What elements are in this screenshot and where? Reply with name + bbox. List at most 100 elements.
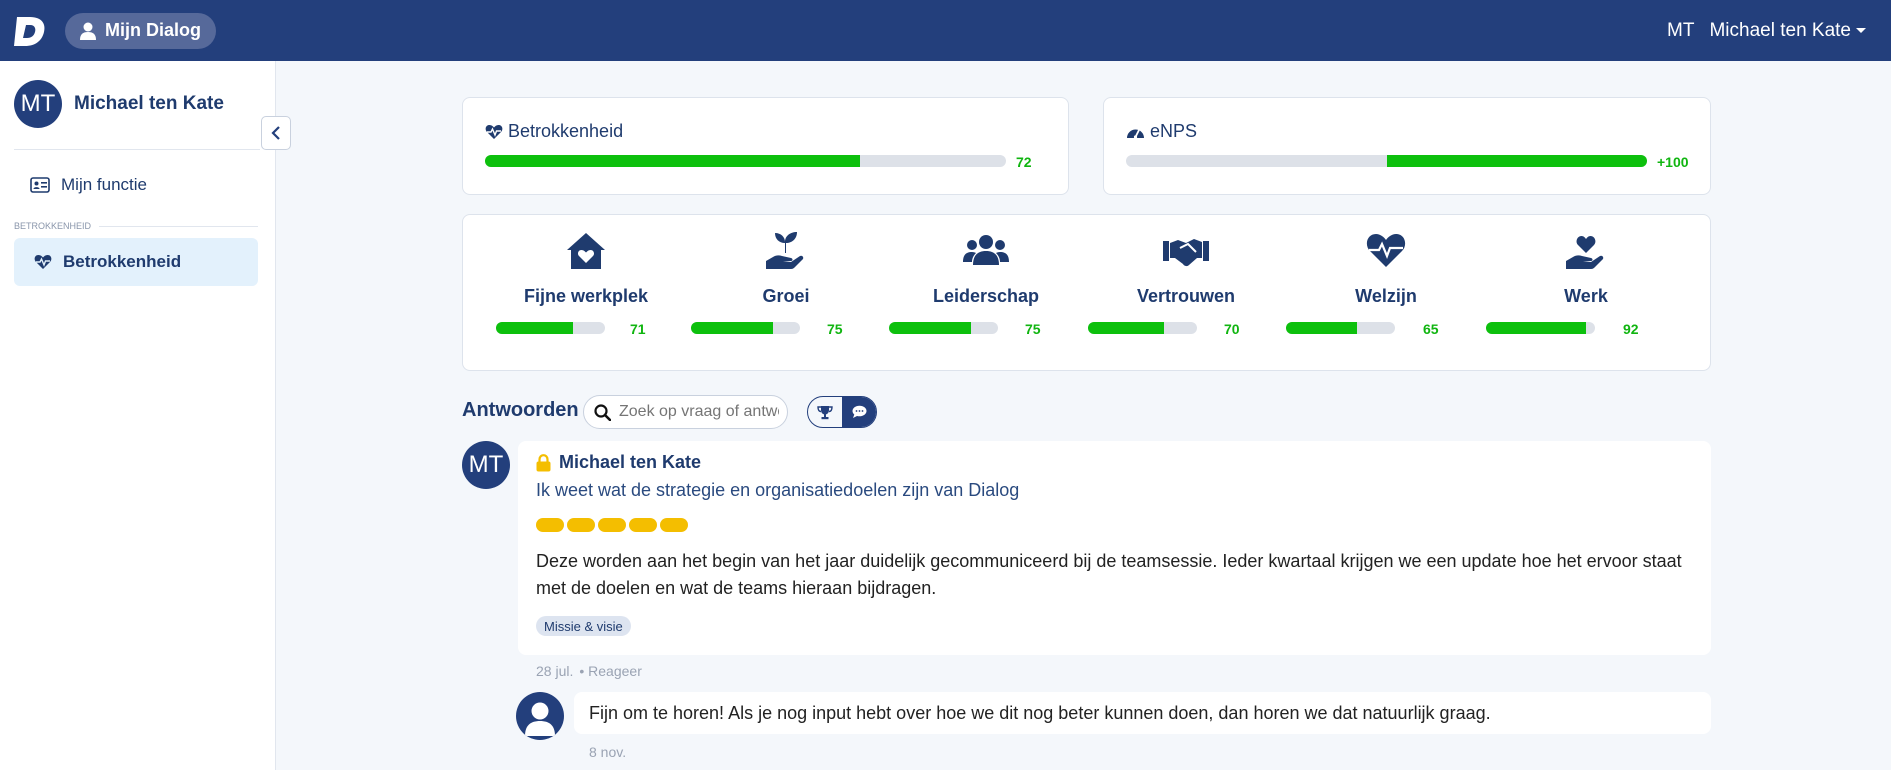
sidebar-item-label: Betrokkenheid: [63, 252, 182, 271]
engagement-title: Betrokkenheid: [485, 121, 623, 142]
user-initials: MT: [1667, 19, 1695, 41]
sidebar-user: MT Michael ten Kate: [14, 80, 224, 128]
category-bar-fill: [1486, 322, 1587, 334]
collapse-sidebar-button[interactable]: [261, 116, 291, 150]
enps-value: +100: [1657, 154, 1689, 170]
sidebar-section-header: BETROKKENHEID: [14, 221, 258, 231]
answer-text: Deze worden aan het begin van het jaar d…: [536, 551, 1682, 598]
heart-pulse-icon: [1366, 234, 1406, 267]
category-label: Werk: [1564, 286, 1608, 306]
category-welzijn[interactable]: Welzijn 65: [1286, 215, 1486, 371]
category-bar: [1088, 322, 1197, 334]
answers-title: Antwoorden: [462, 399, 579, 421]
heart-pulse-icon: [485, 124, 503, 139]
enps-bar: [1126, 155, 1647, 167]
rating-star: [660, 518, 688, 532]
rating: [536, 518, 688, 532]
search-input[interactable]: [619, 403, 779, 421]
category-bar-fill: [889, 322, 971, 334]
top-bar: Mijn Dialog MT Michael ten Kate: [0, 0, 1891, 61]
category-label: Vertrouwen: [1136, 286, 1236, 306]
answer-author-name: Michael ten Kate: [559, 452, 702, 472]
category-bar-fill: [496, 322, 574, 334]
topic-tag[interactable]: Missie & visie: [536, 616, 631, 636]
user-name: Michael ten Kate: [1709, 19, 1851, 41]
user-menu-toggle[interactable]: Michael ten Kate: [1709, 20, 1866, 42]
rating-star: [567, 518, 595, 532]
sidebar-item-mijn-functie[interactable]: Mijn functie: [30, 175, 147, 195]
category-label: Welzijn: [1355, 286, 1417, 306]
engagement-card: Betrokkenheid 72: [462, 97, 1069, 195]
category-bar-fill: [1286, 322, 1357, 334]
enps-title-label: eNPS: [1150, 121, 1198, 141]
category-value: 92: [1623, 321, 1639, 337]
reply-card: Fijn om te horen! Als je nog input hebt …: [574, 692, 1711, 734]
sidebar: MT Michael ten Kate Mijn functie BETROKK…: [0, 61, 276, 770]
heart-pulse-icon: [34, 255, 52, 269]
section-divider: [99, 225, 258, 227]
users-icon: [963, 235, 1009, 265]
user-menu[interactable]: MT Michael ten Kate: [1667, 0, 1866, 61]
category-label: Groei: [762, 286, 810, 306]
category-label: Fijne werkplek: [523, 286, 649, 306]
category-leiderschap[interactable]: Leiderschap 75: [886, 215, 1086, 371]
sidebar-user-name: Michael ten Kate: [74, 93, 224, 114]
view-toggle[interactable]: [807, 396, 877, 428]
category-bar: [889, 322, 998, 334]
answer-author: Michael ten Kate: [536, 452, 701, 473]
categories-card: Fijne werkplek 71 Groei 75 Leiderschap 7…: [462, 214, 1711, 371]
dialog-logo-icon: [14, 16, 45, 46]
trophy-icon: [817, 405, 833, 419]
toggle-comments[interactable]: [842, 397, 876, 427]
answer-card: Michael ten Kate Ik weet wat de strategi…: [518, 441, 1711, 655]
user-icon: [525, 702, 555, 736]
lock-icon: [536, 453, 551, 471]
house-heart-icon: [567, 233, 605, 269]
category-value: 75: [1025, 321, 1041, 337]
mijn-dialog-button[interactable]: Mijn Dialog: [65, 12, 216, 49]
comment-icon: [852, 405, 866, 418]
category-fijne-werkplek[interactable]: Fijne werkplek 71: [486, 215, 686, 371]
answer-avatar: MT: [462, 441, 510, 489]
category-vertrouwen[interactable]: Vertrouwen 70: [1086, 215, 1286, 371]
enps-card: eNPS +100: [1103, 97, 1711, 195]
answer-question: Ik weet wat de strategie en organisatied…: [536, 480, 1020, 500]
search-box[interactable]: [583, 395, 788, 429]
reply-date: 8 nov.: [589, 744, 627, 760]
rating-star: [598, 518, 626, 532]
enps-title: eNPS: [1126, 121, 1197, 142]
category-bar: [496, 322, 605, 334]
toggle-trophy[interactable]: [808, 397, 842, 427]
rating-star: [629, 518, 657, 532]
enps-bar-fill: [1386, 155, 1647, 167]
category-groei[interactable]: Groei 75: [686, 215, 886, 371]
reply-link[interactable]: • Reageer: [579, 663, 642, 679]
answer-date: 28 jul.: [536, 663, 574, 679]
engagement-bar: [485, 155, 1006, 167]
answer-meta: 28 jul. • Reageer: [536, 663, 642, 679]
plant-hand-icon: [766, 232, 804, 269]
sidebar-divider: [14, 149, 260, 150]
mijn-dialog-label: Mijn Dialog: [105, 20, 201, 40]
sidebar-item-label: Mijn functie: [61, 175, 147, 194]
sidebar-item-betrokkenheid[interactable]: Betrokkenheid: [14, 238, 258, 286]
category-label: Leiderschap: [932, 286, 1040, 306]
avatar: MT: [14, 80, 62, 128]
category-value: 70: [1224, 321, 1240, 337]
handshake-icon: [1163, 239, 1209, 267]
sidebar-section-label: BETROKKENHEID: [14, 221, 92, 231]
dialog-logo[interactable]: [13, 13, 49, 49]
category-bar-fill: [1088, 322, 1165, 334]
category-value: 65: [1423, 321, 1439, 337]
user-icon: [80, 22, 96, 40]
rating-star: [536, 518, 564, 532]
gauge-icon: [1127, 129, 1144, 139]
hand-heart-icon: [1566, 236, 1604, 269]
id-card-icon: [30, 177, 50, 193]
category-bar: [691, 322, 800, 334]
search-icon: [594, 403, 611, 421]
engagement-title-label: Betrokkenheid: [508, 121, 624, 141]
category-werk[interactable]: Werk 92: [1486, 215, 1686, 371]
category-bar: [1486, 322, 1595, 334]
reply-avatar: [516, 692, 564, 740]
